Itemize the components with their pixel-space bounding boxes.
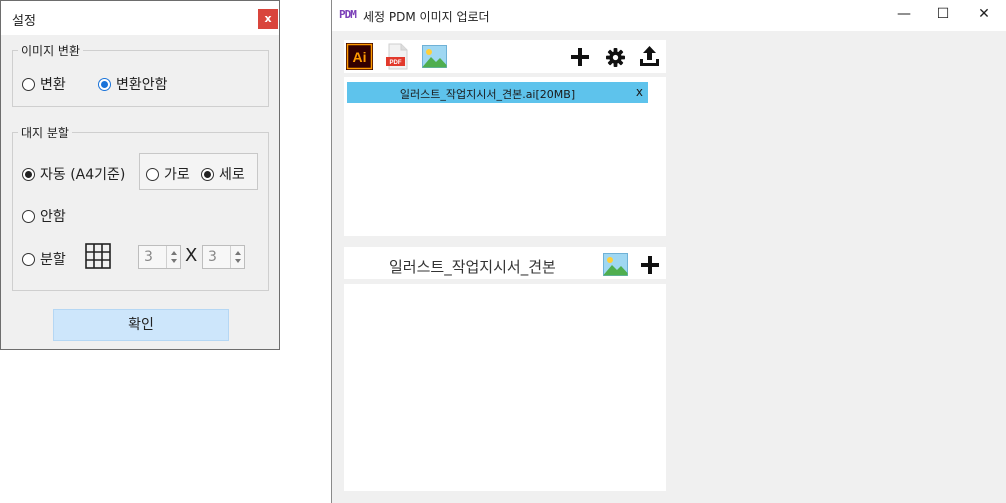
split-legend: 대지 분할 (18, 124, 72, 141)
group-add-icon[interactable] (641, 256, 659, 274)
window-title: 세정 PDM 이미지 업로더 (363, 10, 490, 24)
maximize-button[interactable]: ☐ (933, 6, 953, 24)
radio-convert-label: 변환 (40, 77, 66, 93)
cols-value: 3 (208, 249, 217, 265)
close-button[interactable]: ✕ (974, 6, 994, 24)
cols-stepper[interactable]: 3 (202, 245, 245, 269)
radio-convert[interactable]: 변환 (22, 74, 66, 94)
minimize-button[interactable]: — (894, 6, 914, 24)
app-logo: PDM (339, 8, 357, 21)
radio-no-convert-indicator (98, 77, 111, 91)
group-image-icon[interactable] (603, 253, 628, 276)
radio-landscape[interactable]: 가로 (146, 164, 190, 184)
radio-portrait-label: 세로 (219, 167, 245, 183)
radio-none[interactable]: 안함 (22, 206, 66, 226)
radio-portrait[interactable]: 세로 (201, 164, 245, 184)
settings-dialog: 설정 x 이미지 변환 변환 변환안함 대지 분할 자동 (A4기준) 가로 세… (0, 0, 280, 350)
illustrator-icon[interactable]: Ai (346, 43, 373, 70)
image-icon[interactable] (422, 45, 447, 68)
upload-icon[interactable] (639, 46, 660, 67)
group-content (344, 284, 666, 491)
radio-no-convert[interactable]: 변환안함 (98, 74, 168, 94)
pdf-icon-text: PDF (390, 60, 402, 66)
radio-no-convert-label: 변환안함 (116, 77, 168, 93)
ai-icon-text: Ai (353, 49, 367, 65)
radio-manual[interactable]: 분할 (22, 249, 66, 269)
file-row[interactable]: 일러스트_작업지시서_견본.ai[20MB] x (347, 82, 648, 103)
file-remove-button[interactable]: x (636, 85, 643, 99)
add-icon[interactable] (571, 48, 589, 66)
radio-convert-indicator (22, 77, 35, 91)
image-convert-legend: 이미지 변환 (18, 42, 84, 59)
toolbar: Ai PDF (344, 40, 666, 73)
gear-icon[interactable] (606, 48, 625, 67)
rows-stepper-arrows[interactable] (166, 246, 180, 268)
times-sign: X (185, 245, 198, 266)
radio-none-label: 안함 (40, 209, 66, 225)
file-name: 일러스트_작업지시서_견본.ai[20MB] (399, 88, 576, 101)
pdf-icon[interactable]: PDF (385, 43, 409, 70)
radio-landscape-indicator (146, 167, 159, 181)
rows-stepper[interactable]: 3 (138, 245, 181, 269)
dialog-title: 설정 (12, 14, 36, 29)
radio-manual-indicator (22, 252, 35, 266)
radio-auto-label: 자동 (A4기준) (40, 167, 126, 183)
dialog-titlebar: 설정 x (1, 1, 279, 35)
rows-value: 3 (144, 249, 153, 265)
confirm-button[interactable]: 확인 (53, 309, 229, 341)
main-titlebar: PDM 세정 PDM 이미지 업로더 — ☐ ✕ (332, 0, 1006, 31)
main-window: PDM 세정 PDM 이미지 업로더 — ☐ ✕ Ai PDF 일러스트_작업지… (331, 0, 1006, 503)
radio-manual-label: 분할 (40, 252, 66, 268)
radio-portrait-indicator (201, 167, 214, 181)
group-name: 일러스트_작업지시서_견본 (389, 258, 556, 276)
radio-landscape-label: 가로 (164, 167, 190, 183)
dialog-close-button[interactable]: x (258, 9, 278, 29)
grid-icon (85, 243, 111, 269)
cols-stepper-arrows[interactable] (230, 246, 244, 268)
radio-auto-indicator (22, 167, 35, 181)
radio-none-indicator (22, 209, 35, 223)
radio-auto[interactable]: 자동 (A4기준) (22, 164, 125, 184)
